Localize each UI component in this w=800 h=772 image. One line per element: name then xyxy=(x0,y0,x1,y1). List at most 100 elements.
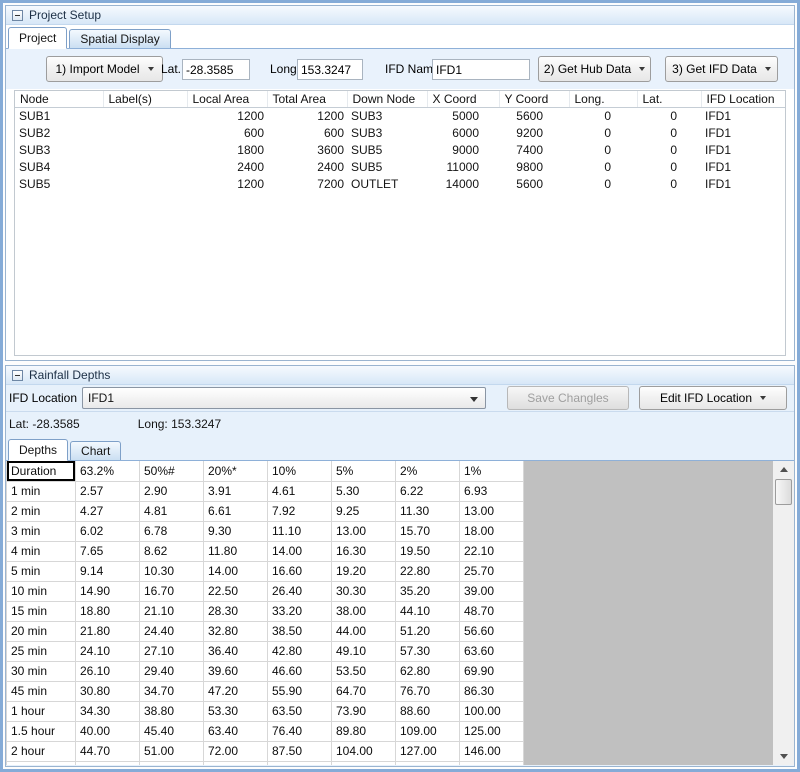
cell[interactable]: 5600 xyxy=(499,107,569,124)
column-header[interactable]: X Coord xyxy=(427,91,499,107)
cell[interactable]: 11.80 xyxy=(204,541,268,561)
cell[interactable]: 30.80 xyxy=(76,681,140,701)
column-header[interactable]: Local Area xyxy=(187,91,267,107)
cell[interactable]: 86.30 xyxy=(460,681,524,701)
cell[interactable]: 6.02 xyxy=(76,521,140,541)
scroll-down-icon[interactable] xyxy=(773,748,794,765)
cell[interactable]: 53.50 xyxy=(332,661,396,681)
cell[interactable]: 10.30 xyxy=(140,561,204,581)
cell[interactable]: 15 min xyxy=(7,601,76,621)
cell[interactable]: 2 hour xyxy=(7,741,76,761)
cell[interactable]: 13.00 xyxy=(460,501,524,521)
cell[interactable]: 26.10 xyxy=(76,661,140,681)
cell[interactable]: IFD1 xyxy=(701,141,786,158)
cell[interactable]: 14000 xyxy=(427,175,499,192)
cell[interactable]: 3 min xyxy=(7,521,76,541)
cell[interactable]: 5.30 xyxy=(332,481,396,501)
cell[interactable]: SUB3 xyxy=(347,124,427,141)
table-row[interactable]: 1.5 hour40.0045.4063.4076.4089.80109.001… xyxy=(7,721,524,741)
cell[interactable]: 1 hour xyxy=(7,701,76,721)
cell[interactable]: 4 min xyxy=(7,541,76,561)
cell[interactable]: 11000 xyxy=(427,158,499,175)
cell[interactable]: 76.70 xyxy=(396,681,460,701)
column-header[interactable]: 2% xyxy=(396,461,460,481)
tab-depths[interactable]: Depths xyxy=(8,439,68,461)
cell[interactable]: 6.22 xyxy=(396,481,460,501)
cell[interactable]: 5 min xyxy=(7,561,76,581)
tab-chart[interactable]: Chart xyxy=(70,441,121,460)
cell[interactable]: 16.70 xyxy=(140,581,204,601)
cell[interactable]: SUB5 xyxy=(347,158,427,175)
cell[interactable]: 51.00 xyxy=(140,741,204,761)
cell[interactable]: 0 xyxy=(569,107,637,124)
cell[interactable]: 100.00 xyxy=(460,701,524,721)
cell[interactable]: 8.62 xyxy=(140,541,204,561)
column-header[interactable]: Long. xyxy=(569,91,637,107)
cell[interactable]: 29.40 xyxy=(140,661,204,681)
cell[interactable]: 1200 xyxy=(187,175,267,192)
cell[interactable] xyxy=(103,107,187,124)
vertical-scrollbar[interactable] xyxy=(773,461,794,765)
cell[interactable]: 72.00 xyxy=(204,741,268,761)
cell[interactable]: SUB5 xyxy=(15,175,103,192)
cell[interactable]: 2.90 xyxy=(140,481,204,501)
cell[interactable]: 10 min xyxy=(7,581,76,601)
table-row[interactable]: SUB512007200OUTLET14000560000IFD1 xyxy=(15,175,786,192)
table-row[interactable]: 25 min24.1027.1036.4042.8049.1057.3063.6… xyxy=(7,641,524,661)
cell[interactable]: 22.50 xyxy=(204,581,268,601)
cell[interactable]: 3.91 xyxy=(204,481,268,501)
table-row[interactable]: 1 min2.572.903.914.615.306.226.93 xyxy=(7,481,524,501)
cell[interactable]: 46.60 xyxy=(268,661,332,681)
cell[interactable]: 14.90 xyxy=(76,581,140,601)
cell[interactable]: 19.20 xyxy=(332,561,396,581)
cell[interactable]: 38.50 xyxy=(268,621,332,641)
column-header[interactable]: 20%* xyxy=(204,461,268,481)
cell[interactable]: 4.81 xyxy=(140,501,204,521)
cell[interactable]: 1200 xyxy=(187,107,267,124)
table-row[interactable]: 45 min30.8034.7047.2055.9064.7076.7086.3… xyxy=(7,681,524,701)
table-row[interactable]: SUB318003600SUB59000740000IFD1 xyxy=(15,141,786,158)
cell[interactable]: 0 xyxy=(637,107,701,124)
cell[interactable]: 48.70 xyxy=(460,601,524,621)
cell[interactable]: 16.60 xyxy=(268,561,332,581)
cell[interactable]: 9.25 xyxy=(332,501,396,521)
cell[interactable]: 30.30 xyxy=(332,581,396,601)
cell[interactable]: 57.30 xyxy=(396,641,460,661)
cell[interactable]: 9200 xyxy=(499,124,569,141)
cell[interactable]: 0 xyxy=(569,124,637,141)
cell[interactable]: 33.20 xyxy=(268,601,332,621)
cell[interactable]: 0 xyxy=(637,124,701,141)
cell[interactable]: 28.30 xyxy=(204,601,268,621)
save-changes-button[interactable]: Save Changles xyxy=(507,386,629,410)
table-row[interactable]: SUB112001200SUB35000560000IFD1 xyxy=(15,107,786,124)
import-model-button[interactable]: 1) Import Model xyxy=(46,56,163,82)
table-row[interactable]: 3 min6.026.789.3011.1013.0015.7018.00 xyxy=(7,521,524,541)
cell[interactable]: 63.40 xyxy=(204,721,268,741)
cell[interactable]: IFD1 xyxy=(701,107,786,124)
cell[interactable]: 2.57 xyxy=(76,481,140,501)
cell[interactable]: 11.30 xyxy=(396,501,460,521)
cell[interactable]: 0 xyxy=(569,158,637,175)
cell[interactable]: 49.10 xyxy=(332,641,396,661)
cell[interactable]: 5000 xyxy=(427,107,499,124)
cell[interactable]: 16.30 xyxy=(332,541,396,561)
cell[interactable]: 62.80 xyxy=(396,661,460,681)
cell[interactable] xyxy=(103,124,187,141)
cell[interactable]: 47.20 xyxy=(204,681,268,701)
collapse-icon[interactable] xyxy=(12,10,23,21)
cell[interactable]: SUB3 xyxy=(347,107,427,124)
table-row[interactable]: 20 min21.8024.4032.8038.5044.0051.2056.6… xyxy=(7,621,524,641)
cell[interactable]: 21.10 xyxy=(140,601,204,621)
table-row[interactable]: 15 min18.8021.1028.3033.2038.0044.1048.7… xyxy=(7,601,524,621)
cell[interactable]: 0 xyxy=(569,175,637,192)
cell[interactable]: 73.90 xyxy=(332,701,396,721)
cell[interactable]: 64.70 xyxy=(332,681,396,701)
cell[interactable]: 0 xyxy=(637,175,701,192)
table-row[interactable]: 2 min4.274.816.617.929.2511.3013.00 xyxy=(7,501,524,521)
cell[interactable]: 87.50 xyxy=(268,741,332,761)
cell[interactable]: 21.80 xyxy=(76,621,140,641)
cell[interactable]: 4.27 xyxy=(76,501,140,521)
cell[interactable]: 19.50 xyxy=(396,541,460,561)
cell[interactable]: 35.20 xyxy=(396,581,460,601)
table-row[interactable]: 2 hour44.7051.0072.0087.50104.00127.0014… xyxy=(7,741,524,761)
